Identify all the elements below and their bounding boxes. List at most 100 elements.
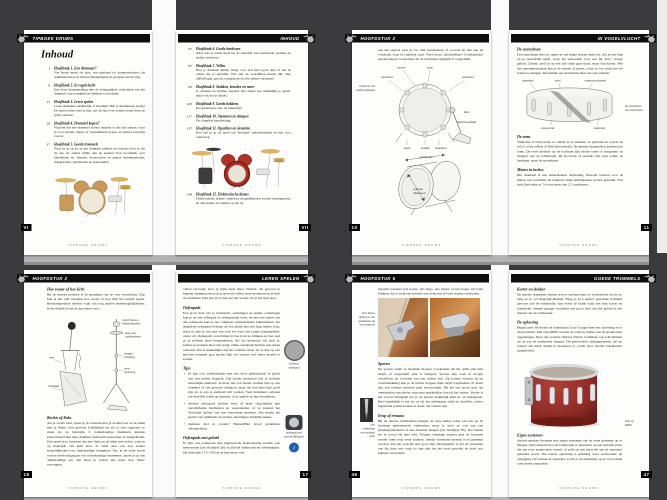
toc-chapter-title: Hoofdstuk 10. Stemmen en dempen [196, 114, 249, 119]
diagram-label: klem [464, 110, 471, 114]
tipboek-drum-logo-icon [346, 34, 357, 42]
tipboek-drum-logo-icon [644, 274, 655, 282]
tip-bullet: Andere oefenpads hebben twee of meer sla… [183, 401, 280, 419]
drumkit-photo-red [191, 147, 285, 190]
toc-entry: 9 Hoofdstuk 2. In vogelvlucht Een korte … [41, 83, 145, 96]
page-footer: TIPBOEK DRUMS [68, 487, 108, 490]
body-paragraph: Een snaredrum heet zo omdat er een matje… [517, 52, 623, 75]
diagram-label: instelling [124, 355, 135, 359]
page-gutter [152, 265, 176, 497]
running-header: HOOFDSTUK 5 [345, 274, 489, 283]
book-spread-grid: TIPBOEK DRUMS Inhoud 1 Hoofdstuk 1. Een … [0, 0, 667, 500]
page-practice-pads[interactable]: LEREN SPELEN (rubber) oefenpad oefenpad … [176, 270, 315, 497]
body-paragraph: Andere merken kwamen met eigen systemen … [517, 438, 622, 466]
tip-bullet: Oefenen met je voeten? HansenFütz levert… [183, 422, 280, 431]
sound-pad-photo: oefenpad met geluid (Roland) ♪ [284, 415, 304, 453]
tipboek-drum-logo-icon [303, 34, 314, 42]
body-paragraph: Er zijn ook oefenpads met ingebouwde ele… [183, 441, 280, 455]
diagram-label: veer [49, 356, 54, 360]
tipboek-drum-logo-icon [303, 274, 314, 282]
toc-chapter-title: Hoofdstuk 9. Goede bekkens [196, 101, 239, 106]
toc-page-number: 9 [48, 83, 50, 88]
body-paragraph: Een groot deel van je technische oefenin… [183, 310, 280, 362]
toc-page-number: 95 [188, 85, 193, 90]
page-stack-edge [24, 262, 308, 265]
body-paragraph: Bij de meeste drumstellen hangen de twee… [378, 418, 483, 456]
photo-caption: RIMS [625, 423, 632, 427]
toc-entry: 17 Hoofdstuk 3. Leren spelen Leren drumm… [41, 100, 146, 118]
section-heading: Tips: [183, 366, 192, 371]
toc-page-number: 137 [186, 126, 192, 131]
page-tom-mounts[interactable]: GOEDE TROMMELS Tom op RIMS Korter en don… [509, 270, 656, 497]
page-number-badge: 47 [640, 471, 652, 478]
page-footer: TIPBOEK DRUMS [559, 244, 599, 247]
page-number-badge: VI [21, 224, 32, 231]
page-number-badge: 17 [299, 471, 311, 478]
running-header: IN VOGELVLUCHT [511, 34, 656, 43]
running-header-label: LEREN SPELEN [262, 275, 300, 281]
diagram-label: spanrand [462, 75, 474, 79]
diagram-label: basdrumpedaal [457, 120, 476, 124]
body-paragraph: De sporen onder je basdrum moeten voorko… [378, 367, 483, 409]
toc-page-number: 117 [186, 114, 192, 119]
toc-chapter-title: Hoofdstuk 3. Leren spelen [54, 100, 94, 105]
toc-entry: 103 Hoofdstuk 9. Goede bekkens Koopadvie… [183, 102, 291, 111]
toc-chapter-title: Hoofdstuk 1. Een drummer? [54, 66, 97, 71]
toc-page-number: 67 [188, 47, 193, 51]
diagram-label: spanklem [435, 146, 447, 150]
toc-entry: 67 Hoofdstuk 6. Goede hardware Alles wat… [183, 47, 292, 60]
diagram-label: toom [427, 65, 434, 69]
toc-page-number: 87 [188, 63, 193, 68]
toc-page-number: 1 [48, 66, 50, 71]
section-heading: Maten in inches [517, 167, 544, 173]
diagram-label: spanrand [381, 75, 393, 79]
diagram-label: clutch (boven- [122, 318, 139, 322]
pedal-hihat-diagram: veer voetplaat clutch (boven- bekkenhoud… [48, 318, 141, 411]
toc-chapter-title: Hoofdstuk 7. Vellen [196, 63, 226, 68]
photo-caption: Een rubberdop met metalen punt [360, 423, 375, 439]
diagram-label: snarenmechaniek [585, 79, 607, 83]
body-paragraph: Het drumstel is een Amerikaanse uitvindi… [517, 173, 623, 187]
toc-chapter-desc: Hoe stel je je set goed op? Inclusief on… [196, 131, 291, 140]
diagram-label: voorvel [397, 65, 406, 69]
drumkit-photo [55, 177, 132, 217]
page-snaredrum[interactable]: IN VOGELVLUCHT de snaredrum met snarenma… [509, 30, 656, 255]
toc-chapter-desc: Waarom het ene drumstel zoveel duurder i… [54, 125, 145, 139]
toc-chapter-title: Hoofdstuk 12. Elektronische drums [196, 192, 249, 197]
running-header: TIPBOEK DRUMS [17, 34, 150, 43]
toc-chapter-title: Hoofdstuk 2. In vogelvlucht [54, 83, 96, 88]
bassdrum-size-diagram: keteldiepte velmaat (diameter) [398, 153, 461, 215]
page-spurs[interactable]: HOOFDSTUK 5 Een klauw (links) en een spa… [345, 270, 491, 497]
page-footer: TIPBOEK DRUMS [559, 487, 599, 490]
page-pedal-hihat[interactable]: HOOFDSTUK 2 Hoe zwaar of hoe licht Bij d… [17, 270, 152, 497]
section-heading: De oplossing [517, 320, 539, 325]
toc-chapter-desc: Hoe je drumstel klinkt, hangt voor een h… [196, 68, 291, 81]
page-number-badge: 16 [21, 471, 33, 478]
page-title: Inhoud [41, 48, 74, 60]
toc-chapter-desc: Waar let je op als je een drumstel uitki… [54, 147, 145, 164]
page-toc-left[interactable]: TIPBOEK DRUMS Inhoud 1 Hoofdstuk 1. Een … [17, 30, 152, 255]
page-bassdrum[interactable]: HOOFDSTUK 2 basdrum met basdrumpedaal va… [345, 30, 491, 255]
page-edge-strip [657, 0, 667, 253]
audio-disc-icon: ♪ [289, 442, 299, 453]
page-footer: TIPBOEK DRUMS [68, 244, 108, 247]
toc-entry: 29 Hoofdstuk 4. Drumstel kopen? Waarom h… [41, 121, 146, 139]
section-heading: Eigen systemen [517, 432, 543, 438]
tipboek-drum-logo-icon [18, 34, 29, 42]
claw-photo-right [430, 298, 480, 358]
diagram-label: snarenmat [541, 126, 554, 130]
toc-chapter-desc: Elektronische drums: eindeloze mogelijkh… [196, 197, 291, 205]
running-header-label: TIPBOEK DRUMS [32, 35, 74, 41]
margin-caption: Tom op RIMS [625, 420, 645, 428]
toc-page-number: 149 [186, 192, 192, 197]
diagram-label: velmaat [413, 187, 423, 191]
page-toc-right[interactable]: INHOUD 67 Hoofdstuk 6. Goede hardware Al… [176, 30, 315, 255]
body-paragraph: Begin jaren '80 kwam de Amerikaan Gary G… [517, 325, 622, 353]
toc-entry: 95 Hoofdstuk 8. Stokken, brushes en meer… [183, 85, 292, 98]
margin-caption: Een klauw (links) en een spanklauw op ee… [358, 312, 375, 327]
section-heading: Erop of ernaast [378, 413, 404, 418]
toc-page-number: 17 [46, 100, 51, 105]
section-heading: Rechts of links [47, 415, 72, 420]
toc-chapter-desc: Van heavy metal tot jazz, van popband to… [54, 71, 145, 79]
spur-photo: Een rubberdop met metalen punt [358, 398, 375, 439]
